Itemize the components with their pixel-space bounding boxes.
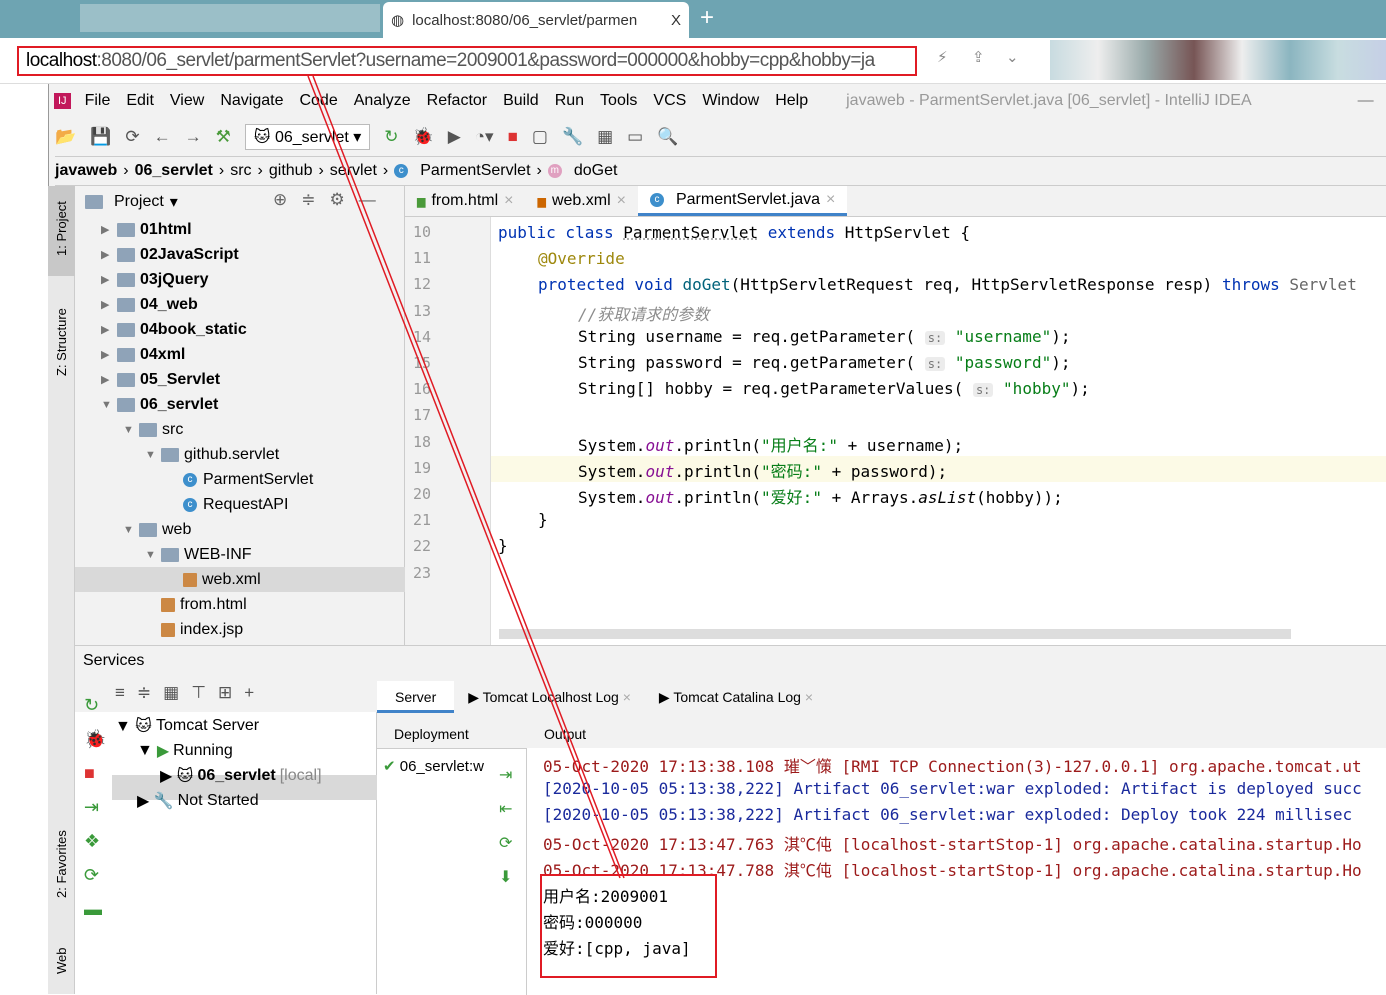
annotation-arrow-line [312, 75, 625, 879]
annotation-overlay [307, 75, 717, 978]
annotation-box [540, 874, 717, 978]
annotation-arrow-line [307, 75, 621, 879]
